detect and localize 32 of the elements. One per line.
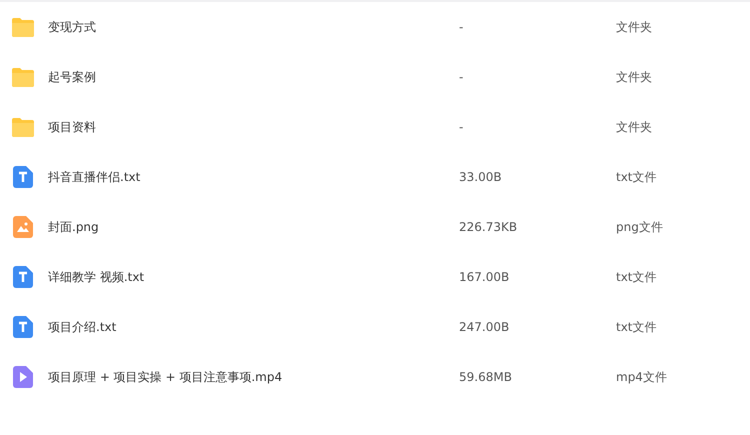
file-type: mp4文件 xyxy=(616,368,668,386)
file-type: 文件夹 xyxy=(616,18,653,36)
file-size: 247.00B xyxy=(459,320,510,334)
file-name[interactable]: 项目介绍.txt xyxy=(48,318,459,336)
text-file-icon xyxy=(13,266,33,288)
file-size: 226.73KB xyxy=(459,220,518,234)
file-name[interactable]: 变现方式 xyxy=(48,18,459,36)
file-size: - xyxy=(459,20,464,34)
file-type: txt文件 xyxy=(616,268,658,286)
file-name[interactable]: 起号案例 xyxy=(48,68,459,86)
folder-icon xyxy=(11,16,35,38)
folder-icon xyxy=(11,116,35,138)
file-name[interactable]: 封面.png xyxy=(48,218,459,236)
text-file-icon xyxy=(13,166,33,188)
folder-icon xyxy=(11,66,35,88)
file-size: 167.00B xyxy=(459,270,510,284)
image-file-icon xyxy=(13,216,33,238)
file-name[interactable]: 项目资料 xyxy=(48,118,459,136)
file-type: 文件夹 xyxy=(616,118,653,136)
file-size: - xyxy=(459,120,464,134)
file-size: 33.00B xyxy=(459,170,503,184)
file-size: 59.68MB xyxy=(459,370,513,384)
file-name[interactable]: 详细教学 视频.txt xyxy=(48,268,459,286)
file-name[interactable]: 抖音直播伴侣.txt xyxy=(48,168,459,186)
file-type: txt文件 xyxy=(616,168,658,186)
file-type: 文件夹 xyxy=(616,68,653,86)
file-type: txt文件 xyxy=(616,318,658,336)
video-file-icon xyxy=(13,366,33,388)
text-file-icon xyxy=(13,316,33,338)
file-size: - xyxy=(459,70,464,84)
file-type: png文件 xyxy=(616,218,664,236)
file-name[interactable]: 项目原理 + 项目实操 + 项目注意事项.mp4 xyxy=(48,368,459,386)
